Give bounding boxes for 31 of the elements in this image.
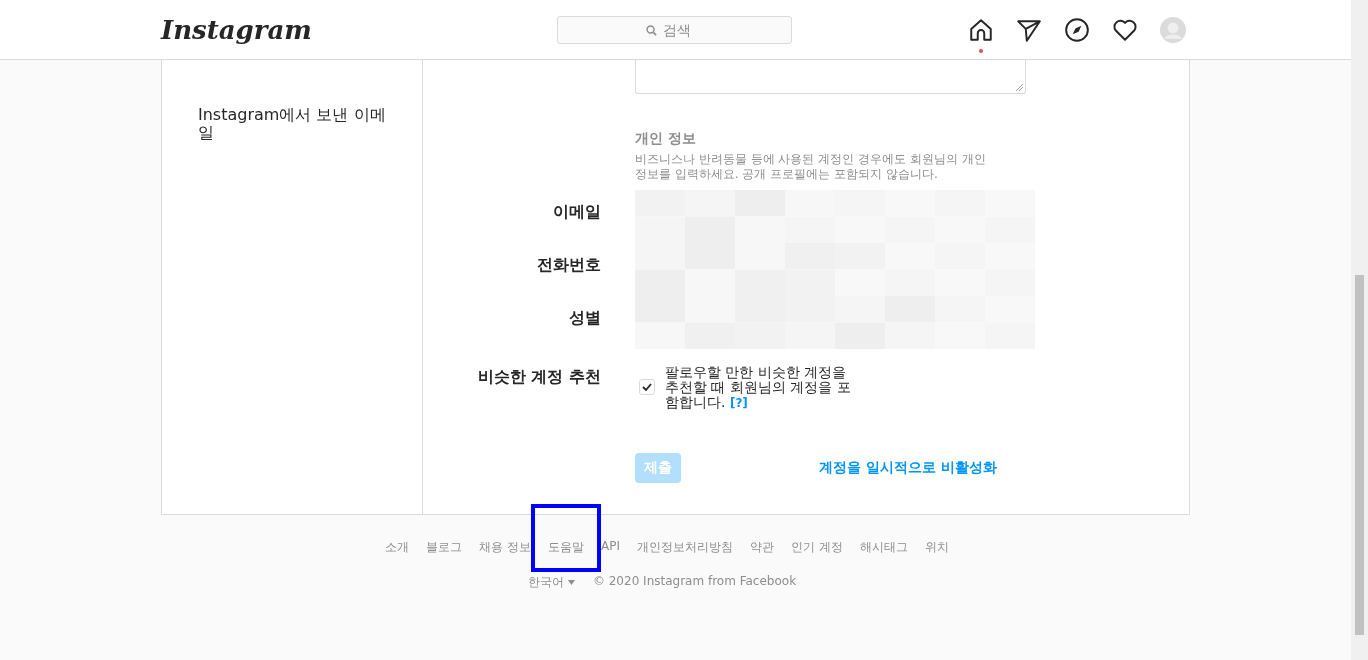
help-link[interactable]: [?] xyxy=(729,396,748,410)
resize-grip-icon[interactable] xyxy=(1015,83,1023,91)
instagram-logo[interactable]: Instagram xyxy=(161,14,557,45)
field-label: 전화번호 xyxy=(536,254,601,276)
sidebar-item[interactable]: Instagram에서 보낸 이메일 xyxy=(198,106,394,142)
footer-link[interactable]: 개인정보처리방침 xyxy=(637,539,733,556)
home-icon[interactable] xyxy=(968,16,994,43)
search-field[interactable]: 검색 xyxy=(557,15,792,44)
checkbox-label: 팔로우할 만한 비슷한 계정을 추천할 때 회원님의 계정을 포함합니다. [?] xyxy=(665,365,852,411)
section-title: 개인 정보 xyxy=(635,130,697,148)
field-label: 비슷한 계정 추천 xyxy=(476,366,601,388)
field-label: 이메일 xyxy=(552,201,601,223)
footer-link[interactable]: 블로그 xyxy=(426,539,463,556)
footer-link[interactable]: 채용 정보 xyxy=(479,539,531,556)
checkbox[interactable] xyxy=(639,379,655,395)
footer-link[interactable]: 도움말 xyxy=(548,539,584,556)
caret-icon xyxy=(567,580,575,585)
footer-link[interactable]: 약관 xyxy=(750,539,774,556)
compass-icon[interactable] xyxy=(1064,16,1090,43)
footer-link[interactable]: 해시태그 xyxy=(859,539,908,556)
copyright-text: © 2020 Instagram from Facebook xyxy=(592,574,797,590)
footer-link[interactable]: API xyxy=(601,539,620,556)
footer-link[interactable]: 인기 계정 xyxy=(791,539,843,556)
footer-link[interactable]: 위치 xyxy=(924,539,949,556)
language-select[interactable]: 한국어 xyxy=(527,574,575,591)
search-icon xyxy=(646,24,657,36)
deactivate-link[interactable]: 계정을 일시적으로 비활성화 xyxy=(819,459,997,477)
scrollbar[interactable] xyxy=(1351,0,1368,660)
footer-link[interactable]: 소개 xyxy=(385,539,410,556)
field-label: 성별 xyxy=(568,307,601,329)
section-description: 비즈니스나 반려동물 등에 사용된 계정인 경우에도 회원님의 개인 정보를 입력하세요. 공개 프로필에는 포함되지 않습니다. xyxy=(635,152,987,182)
